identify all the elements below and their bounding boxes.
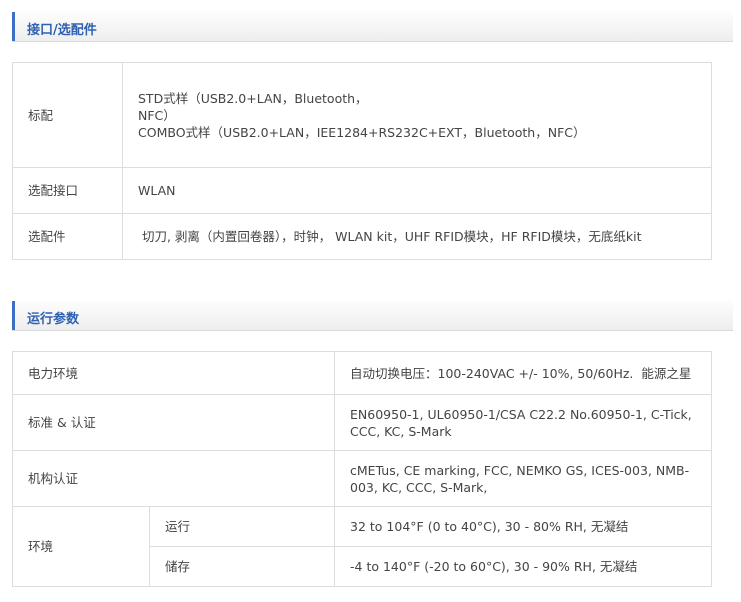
table-row: 选配接口 WLAN (12, 167, 712, 214)
row-value: cMETus, CE marking, FCC, NEMKO GS, ICES-… (334, 450, 713, 507)
row-label: 选配接口 (12, 167, 123, 214)
section-accent-bar (12, 301, 15, 330)
section-title: 接口/选配件 (27, 23, 97, 38)
row-label: 电力环境 (11, 351, 336, 395)
table-row: 机构认证 cMETus, CE marking, FCC, NEMKO GS, … (11, 450, 713, 507)
section-header-interface: 接口/选配件 (12, 12, 733, 42)
sub-row-label: 运行 (148, 506, 336, 547)
table-row: 选配件 切刀, 剥离（内置回卷器），时钟， WLAN kit，UHF RFID模… (12, 213, 712, 260)
value-line: NFC） (138, 107, 176, 123)
table-row: 环境 运行 32 to 104°F (0 to 40°C), 30 - 80% … (12, 506, 713, 587)
row-value: 切刀, 剥离（内置回卷器），时钟， WLAN kit，UHF RFID模块，HF… (122, 213, 712, 260)
row-label: 机构认证 (11, 450, 336, 507)
value-line: COMBO式样（USB2.0+LAN，IEE1284+RS232C+EXT，Bl… (138, 124, 586, 140)
row-value: WLAN (122, 167, 712, 214)
section-title: 运行参数 (27, 312, 80, 327)
row-value: 自动切换电压：100-240VAC +/- 10%, 50/60Hz. 能源之星 (334, 351, 713, 395)
sub-row-label: 储存 (148, 546, 336, 587)
interface-spec-table: 标配 STD式样（USB2.0+LAN，Bluetooth， NFC） COMB… (12, 62, 712, 260)
table-row: 标准 & 认证 EN60950-1, UL60950-1/CSA C22.2 N… (11, 394, 713, 451)
row-label: 环境 (12, 506, 150, 587)
row-label: 标准 & 认证 (11, 394, 336, 451)
section-header-operating-params: 运行参数 (12, 301, 733, 331)
operating-spec-table: 电力环境 自动切换电压：100-240VAC +/- 10%, 50/60Hz.… (11, 351, 713, 587)
row-label: 选配件 (12, 213, 123, 260)
value-line: STD式样（USB2.0+LAN，Bluetooth， (138, 90, 368, 106)
table-row: 标配 STD式样（USB2.0+LAN，Bluetooth， NFC） COMB… (12, 62, 712, 168)
row-value: 32 to 104°F (0 to 40°C), 30 - 80% RH, 无凝… (334, 506, 713, 547)
row-value: STD式样（USB2.0+LAN，Bluetooth， NFC） COMBO式样… (122, 62, 712, 168)
row-label: 标配 (12, 62, 123, 168)
section-accent-bar (12, 12, 15, 41)
row-value: EN60950-1, UL60950-1/CSA C22.2 No.60950-… (334, 394, 713, 451)
table-row: 电力环境 自动切换电压：100-240VAC +/- 10%, 50/60Hz.… (11, 351, 713, 395)
row-value: -4 to 140°F (-20 to 60°C), 30 - 90% RH, … (334, 546, 713, 587)
